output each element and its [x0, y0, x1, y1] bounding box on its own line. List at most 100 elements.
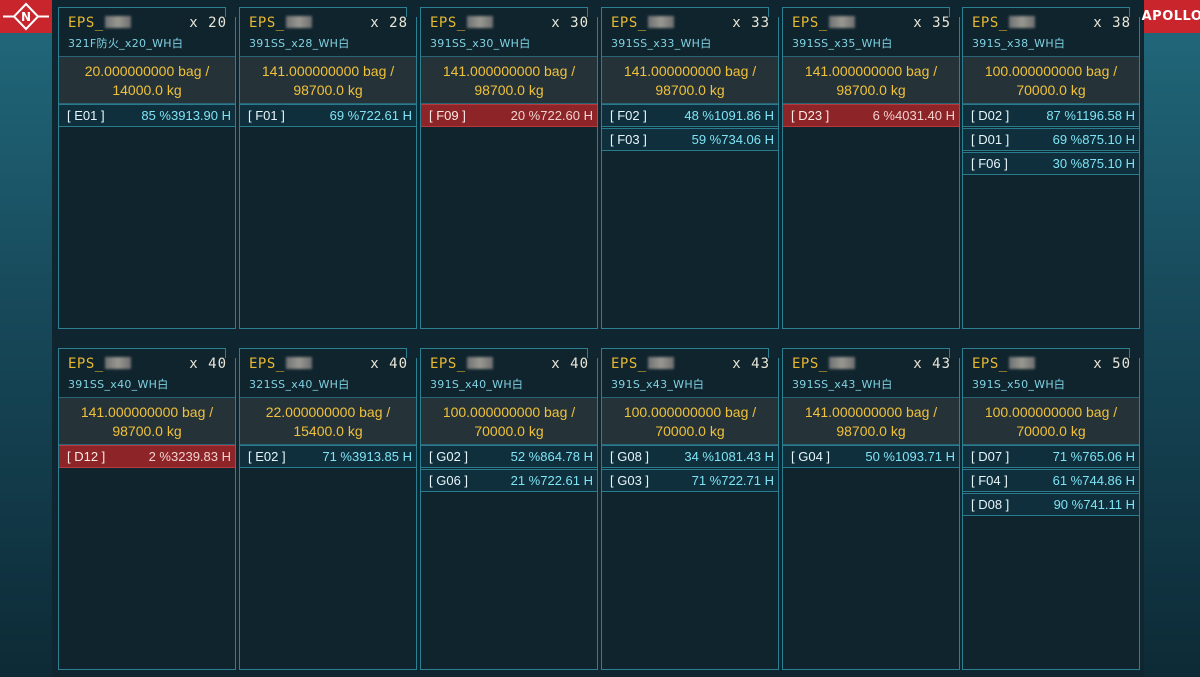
- entry-code: [ F03 ]: [610, 132, 647, 147]
- card-title: EPS_: [430, 15, 493, 31]
- quantity-bags: 141.000000000 bag /: [804, 63, 938, 79]
- quantity-box: 141.000000000 bag / 98700.0 kg: [783, 56, 959, 104]
- card-title: EPS_: [792, 356, 855, 372]
- quantity-box: 141.000000000 bag / 98700.0 kg: [240, 56, 416, 104]
- quantity-box: 100.000000000 bag / 70000.0 kg: [421, 397, 597, 445]
- card-corner-notch: [406, 7, 417, 17]
- entry-row[interactable]: [ E02 ] 71 % 3913.85 H: [240, 445, 416, 468]
- card-count: x 20: [189, 15, 227, 31]
- machine-card[interactable]: EPS_ x 43 391S_x43_WH白 100.000000000 bag / 7…: [601, 348, 779, 670]
- card-title: EPS_: [68, 15, 131, 31]
- entry-row[interactable]: [ D07 ] 71 % 765.06 H: [963, 445, 1139, 468]
- machine-card[interactable]: EPS_ x 40 391SS_x40_WH白 141.000000000 bag /…: [58, 348, 236, 670]
- redacted-mark: [828, 357, 855, 369]
- quantity-weight: 98700.0 kg: [655, 82, 725, 98]
- quantity-box: 100.000000000 bag / 70000.0 kg: [963, 56, 1139, 104]
- entry-list: [ F01 ] 69 % 722.61 H: [240, 104, 416, 127]
- card-header: EPS_ x 38 391S_x38_WH白: [963, 8, 1139, 56]
- entry-row[interactable]: [ F04 ] 61 % 744.86 H: [963, 469, 1139, 492]
- card-title: EPS_: [430, 356, 493, 372]
- machine-card[interactable]: EPS_ x 40 321SS_x40_WH白 22.000000000 bag / 1…: [239, 348, 417, 670]
- logo-symbol: N: [21, 10, 31, 24]
- entry-code: [ D08 ]: [971, 497, 1010, 512]
- quantity-weight: 14000.0 kg: [112, 82, 182, 98]
- entry-percent: 71 %: [1052, 449, 1083, 464]
- card-header: EPS_ x 43 391SS_x43_WH白: [783, 349, 959, 397]
- entry-hours: 765.06 H: [1082, 449, 1135, 464]
- entry-percent: 50 %: [865, 449, 895, 464]
- card-count: x 40: [370, 356, 408, 372]
- entry-percent: 20 %: [510, 108, 541, 123]
- quantity-weight: 70000.0 kg: [1016, 82, 1086, 98]
- entry-percent: 52 %: [510, 449, 541, 464]
- machine-card[interactable]: EPS_ x 35 391SS_x35_WH白 141.000000000 bag /…: [782, 7, 960, 329]
- card-title: EPS_: [249, 15, 312, 31]
- apollo-logo: APOLLO: [1142, 0, 1200, 33]
- entry-row[interactable]: [ D08 ] 90 % 741.11 H: [963, 493, 1139, 516]
- machine-card[interactable]: EPS_ x 40 391S_x40_WH白 100.000000000 bag / 7…: [420, 348, 598, 670]
- entry-hours: 744.86 H: [1082, 473, 1135, 488]
- quantity-box: 141.000000000 bag / 98700.0 kg: [783, 397, 959, 445]
- entry-code: [ F04 ]: [971, 473, 1008, 488]
- entry-percent: 90 %: [1053, 497, 1084, 512]
- redacted-mark: [285, 16, 312, 28]
- entry-row[interactable]: [ D01 ] 69 % 875.10 H: [963, 128, 1139, 151]
- machine-card[interactable]: EPS_ x 30 391SS_x30_WH白 141.000000000 bag /…: [420, 7, 598, 329]
- machine-card[interactable]: EPS_ x 38 391S_x38_WH白 100.000000000 bag / 7…: [962, 7, 1140, 329]
- quantity-weight: 70000.0 kg: [474, 423, 544, 439]
- quantity-bags: 100.000000000 bag /: [984, 404, 1118, 420]
- entry-percent: 71 %: [691, 473, 722, 488]
- redacted-mark: [1008, 16, 1035, 28]
- card-corner-notch: [768, 348, 779, 358]
- machine-card[interactable]: EPS_ x 43 391SS_x43_WH白 141.000000000 bag /…: [782, 348, 960, 670]
- entry-row[interactable]: [ G03 ] 71 % 722.71 H: [602, 469, 778, 492]
- entry-row[interactable]: [ F03 ] 59 % 734.06 H: [602, 128, 778, 151]
- machine-card[interactable]: EPS_ x 20 321F防火_x20_WH白 20.000000000 bag /…: [58, 7, 236, 329]
- quantity-bags: 100.000000000 bag /: [623, 404, 757, 420]
- entry-row[interactable]: [ F01 ] 69 % 722.61 H: [240, 104, 416, 127]
- quantity-weight: 70000.0 kg: [1016, 423, 1086, 439]
- machine-card[interactable]: EPS_ x 50 391S_x50_WH白 100.000000000 bag / 7…: [962, 348, 1140, 670]
- entry-list: [ G04 ] 50 % 1093.71 H: [783, 445, 959, 468]
- entry-row[interactable]: [ F09 ] 20 % 722.60 H: [421, 104, 597, 127]
- card-subtitle: 391SS_x28_WH白: [249, 37, 350, 50]
- entry-row[interactable]: [ G04 ] 50 % 1093.71 H: [783, 445, 959, 468]
- entry-hours: 1196.58 H: [1075, 108, 1135, 123]
- entry-row[interactable]: [ G08 ] 34 % 1081.43 H: [602, 445, 778, 468]
- entry-row[interactable]: [ D02 ] 87 % 1196.58 H: [963, 104, 1139, 127]
- quantity-bags: 141.000000000 bag /: [80, 404, 214, 420]
- entry-row[interactable]: [ G02 ] 52 % 864.78 H: [421, 445, 597, 468]
- entry-row[interactable]: [ G06 ] 21 % 722.61 H: [421, 469, 597, 492]
- quantity-weight: 98700.0 kg: [112, 423, 182, 439]
- card-header: EPS_ x 33 391SS_x33_WH白: [602, 8, 778, 56]
- entry-list: [ G08 ] 34 % 1081.43 H [ G03 ] 71 % 722.71 H: [602, 445, 778, 492]
- entry-row[interactable]: [ F06 ] 30 % 875.10 H: [963, 152, 1139, 175]
- card-subtitle: 391SS_x35_WH白: [792, 37, 893, 50]
- card-header: EPS_ x 20 321F防火_x20_WH白: [59, 8, 235, 56]
- redacted-mark: [828, 16, 855, 28]
- entry-percent: 21 %: [510, 473, 541, 488]
- machine-card[interactable]: EPS_ x 28 391SS_x28_WH白 141.000000000 bag /…: [239, 7, 417, 329]
- card-subtitle: 391S_x50_WH白: [972, 378, 1066, 391]
- entry-row[interactable]: [ E01 ] 85 % 3913.90 H: [59, 104, 235, 127]
- entry-list: [ E02 ] 71 % 3913.85 H: [240, 445, 416, 468]
- entry-percent: 30 %: [1052, 156, 1083, 171]
- card-corner-notch: [949, 348, 960, 358]
- entry-code: [ G06 ]: [429, 473, 469, 488]
- entry-code: [ D12 ]: [67, 449, 106, 464]
- entry-row[interactable]: [ F02 ] 48 % 1091.86 H: [602, 104, 778, 127]
- card-header: EPS_ x 40 321SS_x40_WH白: [240, 349, 416, 397]
- entry-hours: 875.10 H: [1082, 156, 1135, 171]
- card-count: x 40: [551, 356, 589, 372]
- entry-code: [ E01 ]: [67, 108, 105, 123]
- card-title: EPS_: [68, 356, 131, 372]
- redacted-mark: [285, 357, 312, 369]
- entry-row[interactable]: [ D12 ] 2 % 3239.83 H: [59, 445, 235, 468]
- card-count: x 30: [551, 15, 589, 31]
- entry-row[interactable]: [ D23 ] 6 % 4031.40 H: [783, 104, 959, 127]
- entry-percent: 61 %: [1052, 473, 1083, 488]
- right-side-panel: [1144, 0, 1200, 677]
- entry-hours: 722.60 H: [540, 108, 593, 123]
- machine-card[interactable]: EPS_ x 33 391SS_x33_WH白 141.000000000 bag /…: [601, 7, 779, 329]
- quantity-box: 100.000000000 bag / 70000.0 kg: [602, 397, 778, 445]
